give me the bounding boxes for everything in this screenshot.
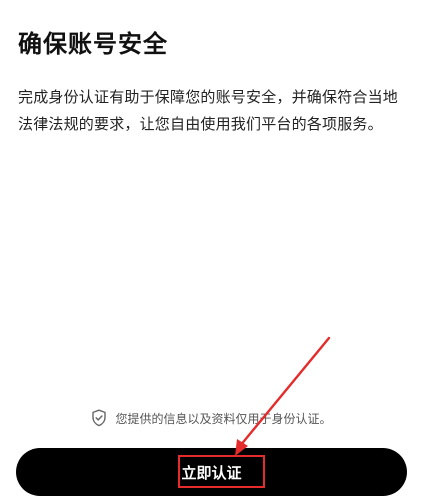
shield-check-icon <box>92 409 107 427</box>
description: 完成身份认证有助于保障您的账号安全，并确保符合当地 法律法规的要求，让您自由使用… <box>18 84 410 138</box>
verify-now-button[interactable]: 立即认证 <box>16 448 407 496</box>
privacy-note-text: 您提供的信息以及资料仅用于身份认证。 <box>115 411 332 426</box>
description-line-2: 法律法规的要求，让您自由使用我们平台的各项服务。 <box>18 115 383 133</box>
description-line-1: 完成身份认证有助于保障您的账号安全，并确保符合当地 <box>18 88 399 106</box>
page-title: 确保账号安全 <box>18 30 168 58</box>
verify-now-button-label: 立即认证 <box>181 464 242 482</box>
identity-verification-screen: 确保账号安全 完成身份认证有助于保障您的账号安全，并确保符合当地 法律法规的要求… <box>0 0 423 496</box>
privacy-note: 您提供的信息以及资料仅用于身份认证。 <box>0 406 423 430</box>
